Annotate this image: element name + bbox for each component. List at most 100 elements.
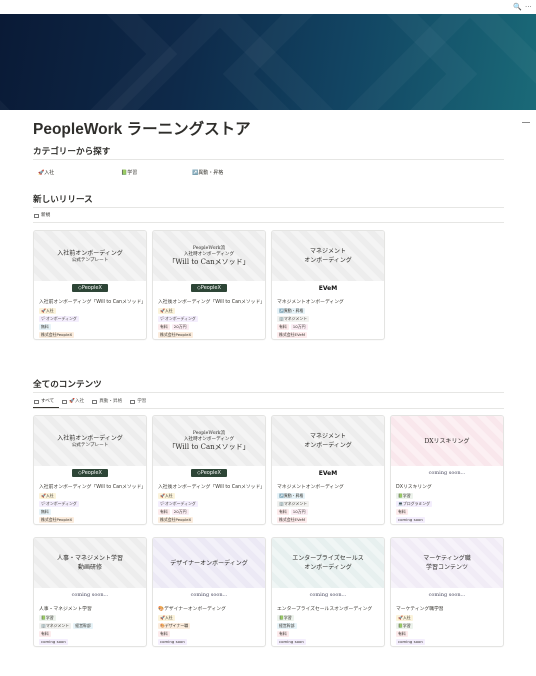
card-title: エンタープライズセールスオンボーディング [277, 607, 373, 612]
card-title: 入社後オンボーディング「Will to Canメソッド」 [158, 300, 265, 305]
thumbnail-text: エンタープライズセールス [292, 555, 364, 562]
tab-label: 異動・昇格 [99, 399, 123, 404]
tag: 有料 [277, 509, 289, 515]
tab-learning[interactable]: 学習 [129, 398, 147, 406]
collapse-dash-icon[interactable] [522, 122, 530, 123]
card-title: マーケティング職学習 [396, 607, 444, 612]
gallery-icon [92, 400, 98, 404]
new-releases-view-tabs: 新規 [33, 212, 51, 220]
tag-row: coming soon [396, 516, 499, 524]
tag-row: 📗学習 [396, 622, 499, 630]
tag: 🏳オンボーディング [39, 501, 79, 507]
tag-row: 🏢マネジメント 経営幹部 [39, 622, 142, 630]
more-options-icon[interactable]: ··· [525, 2, 532, 12]
content-card[interactable]: マネジメント オンボーディング EVeM マネジメントオンボーディング ↗️異動・昇格 🏢… [271, 415, 385, 525]
content-card[interactable]: デザイナーオンボーディング coming soon... 🎨デザイナーオンボーディン… [152, 537, 266, 647]
tag-row: 🚀入社 [158, 307, 261, 315]
tag: 🏳オンボーディング [158, 501, 198, 507]
tag-row: 🚀入社 [158, 614, 261, 622]
all-contents-heading: 全てのコンテンツ [33, 379, 102, 389]
thumbnail-text: 学習コンテンツ [425, 564, 468, 571]
tag: 20万円 [171, 509, 189, 515]
thumbnail-text: 「Will to Canメソッド」 [168, 257, 250, 266]
card-tags: 🚀入社 🏳オンボーディング 無料 株式会社PeopleX [34, 307, 146, 339]
tag-row: coming soon [396, 638, 499, 646]
tag: 10万円 [290, 324, 308, 330]
tab-transfer[interactable]: 異動・昇格 [91, 398, 123, 406]
tag-row: 有料 20万円 [158, 508, 261, 516]
tag-row: 📗学習 [277, 614, 380, 622]
thumbnail-text: 動画研修 [77, 564, 102, 571]
tag: coming soon [158, 639, 187, 645]
card-title: 入社前オンボーディング「Will to Canメソッド」 [39, 300, 146, 305]
content-card[interactable]: PeopleWork流 入社時オンボーディング 「Will to Canメソッド」 ◇… [152, 415, 266, 525]
tag-row: 🏢マネジメント [277, 500, 380, 508]
coming-soon-banner: coming soon... [190, 592, 228, 598]
tag-row: ↗️異動・昇格 [277, 492, 380, 500]
tag-row: 🚀入社 [39, 307, 142, 315]
category-button-transfer[interactable]: ↗️異動・昇格 [188, 167, 227, 179]
tag-row: 株式会社PeopleX [39, 331, 142, 339]
evem-logo: EVeM [318, 284, 338, 292]
coming-soon-banner: coming soon... [309, 592, 347, 598]
card-logo-strip: EVeM [272, 466, 384, 480]
tag-row: 🚀入社 [396, 614, 499, 622]
tag-row: 株式会社PeopleX [39, 516, 142, 524]
tag: 株式会社EVeM [277, 332, 308, 338]
tag: 株式会社PeopleX [39, 517, 75, 523]
tag: 有料 [277, 324, 289, 330]
card-title: 入社前オンボーディング「Will to Canメソッド」 [39, 485, 146, 490]
card-logo-strip: coming soon... [34, 588, 146, 602]
tag-row: 🏳オンボーディング [158, 500, 261, 508]
thumbnail-text: DXリスキリング [424, 437, 470, 445]
tag-row: 無料 [39, 323, 142, 331]
tab-onboarding[interactable]: 🚀入社 [61, 398, 85, 406]
thumbnail-text: 公式テンプレート [71, 257, 109, 263]
tag: 💻プログラミング [396, 501, 433, 507]
peoplex-logo: ◇PeopleX [191, 284, 227, 292]
view-tab-new[interactable]: 新規 [33, 212, 51, 220]
tag-row: coming soon [39, 638, 142, 646]
content-card[interactable]: DXリスキリング coming soon... DXリスキリング 📗学習 💻プログラミン… [390, 415, 504, 525]
content-card[interactable]: 人事・マネジメント学習 動画研修 coming soon... 人事・マネジメント学習… [33, 537, 147, 647]
tag-row: coming soon [158, 638, 261, 646]
card-tags: 🚀入社 🏳オンボーディング 無料 株式会社PeopleX [34, 492, 146, 524]
card-tags: ↗️異動・昇格 🏢マネジメント 有料 10万円 株式会社EVeM [272, 492, 384, 524]
tag-row: 📗学習 [39, 614, 142, 622]
content-card[interactable]: PeopleWork流 入社時オンボーディング 「Will to Canメソッド」 ◇… [152, 230, 266, 340]
category-button-learning[interactable]: 📗学習 [117, 167, 141, 179]
tag-row: 🏳オンボーディング [158, 315, 261, 323]
tag: 🏳オンボーディング [158, 316, 198, 322]
content-card[interactable]: エンタープライズセールス オンボーディング coming soon... エンタープラ… [271, 537, 385, 647]
coming-soon-banner: coming soon... [428, 470, 466, 476]
tag: ↗️異動・昇格 [277, 308, 306, 314]
tab-all[interactable]: すべて [33, 398, 55, 406]
tag-row: 有料 10万円 [277, 508, 380, 516]
content-card[interactable]: マーケティング職 学習コンテンツ coming soon... マーケティング職学習 🚀… [390, 537, 504, 647]
tag: 🚀入社 [158, 615, 175, 621]
card-title: 人事・マネジメント学習 [39, 607, 92, 612]
content-card[interactable]: 入社前オンボーディング 公式テンプレート ◇PeopleX 入社前オンボーディング「W… [33, 415, 147, 525]
thumbnail-text: オンボーディング [304, 442, 352, 449]
tag: 📗学習 [39, 615, 56, 621]
content-card[interactable]: 入社前オンボーディング 公式テンプレート ◇PeopleX 入社前オンボーディング「W… [33, 230, 147, 340]
card-tags: ↗️異動・昇格 🏢マネジメント 有料 10万円 株式会社EVeM [272, 307, 384, 339]
card-title: 🎨デザイナーオンボーディング [158, 607, 226, 612]
search-icon[interactable]: 🔍 [513, 2, 522, 12]
thumbnail-text: 入社前オンボーディング [57, 434, 123, 442]
category-button-onboarding[interactable]: 🚀入社 [34, 167, 58, 179]
tag: 📗学習 [277, 615, 294, 621]
page-title: PeopleWork ラーニングストア [33, 121, 251, 138]
tag: 🚀入社 [39, 493, 56, 499]
card-tags: 🚀入社 📗学習 有料 coming soon [391, 614, 503, 646]
card-title: マネジメントオンボーディング [277, 300, 344, 305]
tag-row: 🎨デザイナー職 [158, 622, 261, 630]
card-thumbnail: 入社前オンボーディング 公式テンプレート [34, 231, 146, 281]
card-title: 入社後オンボーディング「Will to Canメソッド」 [158, 485, 265, 490]
content-card[interactable]: マネジメント オンボーディング EVeM マネジメントオンボーディング ↗️異動・昇格 🏢… [271, 230, 385, 340]
tag: 株式会社PeopleX [158, 517, 194, 523]
categories-heading: カテゴリーから探す [33, 146, 111, 156]
tag-row: 有料 [396, 630, 499, 638]
tab-label: 🚀入社 [69, 399, 85, 404]
tag: coming soon [396, 639, 425, 645]
